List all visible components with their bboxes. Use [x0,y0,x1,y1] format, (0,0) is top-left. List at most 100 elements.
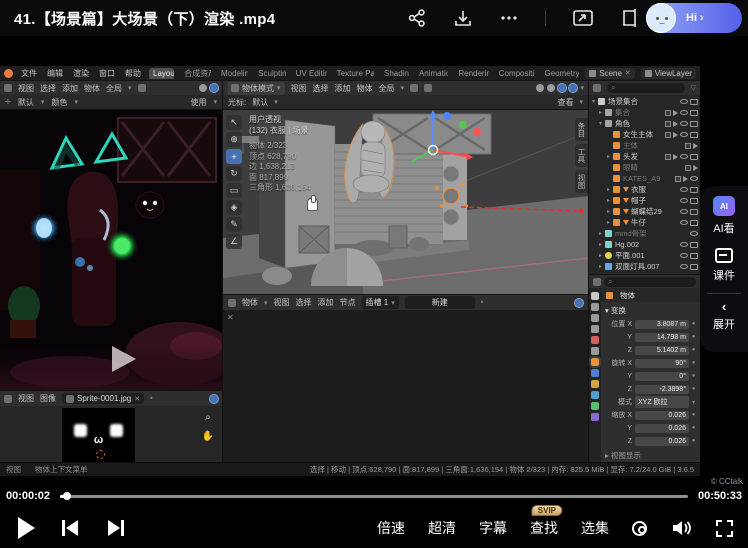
view-options-dropdown[interactable]: 查看 [557,97,573,108]
menu-view[interactable]: 视图 [18,83,34,94]
outliner-row[interactable]: ▸mmd骨架 [589,228,700,239]
outliner-row[interactable]: ▸衣服 [589,184,700,195]
close-icon[interactable]: ✕ [625,69,631,77]
progress-bar[interactable] [60,495,688,498]
tab-output-icon[interactable] [591,314,599,322]
field-rotation-z[interactable]: Z-2.3898°● [603,383,698,395]
menu-select[interactable]: 选择 [296,297,312,308]
field-scale-y[interactable]: Y0.026● [603,422,698,434]
breadcrumb-label[interactable]: 物体 [620,290,635,301]
workspace-tab[interactable]: Geometry N [540,68,579,79]
mirror-flip-icon[interactable] [620,8,640,28]
viewlayer-selector[interactable]: ViewLayer [641,68,696,79]
editor-type-icon[interactable] [228,299,236,307]
workspace-tab[interactable]: Shading [380,68,409,79]
new-material-button[interactable]: 新建 [405,296,475,309]
orientation-dropdown[interactable]: 全局 [106,83,122,94]
workspace-tab[interactable]: Animation [415,68,448,79]
courseware-label[interactable]: 课件 [713,267,735,283]
menu-image[interactable]: 图像 [40,393,56,404]
more-icon[interactable] [499,8,519,28]
pin-icon[interactable]: ▪ [481,299,483,306]
cursor-value-dropdown[interactable]: 默认 [252,97,268,108]
menu-object[interactable]: 物体 [357,83,373,94]
outliner-row[interactable]: ▸Hg.002 [589,239,700,250]
next-section-header[interactable]: ▸ 视图显示 [605,450,698,461]
record-circle-icon[interactable] [632,521,647,536]
slot-dropdown[interactable]: 插槽 1▾ [362,296,399,309]
tab-physics-icon[interactable] [591,391,599,399]
share-icon[interactable] [407,8,427,28]
orientation-dropdown[interactable]: 全局 [379,83,395,94]
menu-render[interactable]: 渲染 [71,68,91,79]
rendered-viewport[interactable] [0,109,222,390]
workspace-tab[interactable]: Rendering [454,68,488,79]
workspace-tab[interactable]: UV Editing [292,68,327,79]
workspace-tab[interactable]: Texture Paint [333,68,374,79]
tab-item[interactable]: 条目 [575,118,588,141]
tab-modifiers-icon[interactable] [591,369,599,377]
field-location-x[interactable]: 位置 X3.8087 m● [603,318,698,330]
pin-icon[interactable]: ▪ [150,395,152,402]
play-button[interactable] [18,517,35,539]
progress-knob[interactable] [63,492,71,500]
outliner-row[interactable]: 眼睛 [589,162,700,173]
workspace-tab[interactable]: Sculpting [254,68,286,79]
workspace-tab[interactable]: Compositing [495,68,535,79]
shading-rendered-icon[interactable] [210,84,218,92]
menu-select[interactable]: 选择 [313,83,329,94]
tab-view[interactable]: 视图 [575,170,588,193]
snap-magnet-icon[interactable] [410,84,418,92]
shading-rendered-icon[interactable] [569,84,577,92]
outliner-search-input[interactable]: ⌕ [607,83,685,93]
move-tool-icon[interactable]: + [226,149,242,164]
properties-icon[interactable] [593,278,601,286]
unlink-icon[interactable]: ✕ [134,395,140,403]
tab-render-icon[interactable] [591,303,599,311]
menu-node[interactable]: 节点 [340,297,356,308]
tab-world-icon[interactable] [591,336,599,344]
shading-solid-icon[interactable] [547,84,555,92]
outliner-row[interactable]: ▸蝴蝶结29 [589,206,700,217]
screencast-icon[interactable] [572,8,594,28]
tool-dropdown[interactable]: 颜色 [51,97,67,108]
tool-dropdown[interactable]: 默认 [18,97,34,108]
field-location-y[interactable]: Y14.798 m● [603,331,698,343]
outliner-row[interactable]: KATES_A9 [589,173,700,184]
outliner-row[interactable]: 女生主体 [589,129,700,140]
mode-dropdown[interactable]: 物体模式▾ [227,82,285,95]
cursor-tool-icon[interactable]: ⊕ [226,132,242,147]
outliner-row[interactable]: ▸牛仔 [589,217,700,228]
field-scale-x[interactable]: 缩放 X0.026● [603,409,698,421]
outliner-row[interactable]: ▾角色 [589,118,700,129]
node-editor-canvas[interactable]: ✕ [222,310,588,462]
ai-watch-icon[interactable]: AI [713,196,735,216]
menu-view[interactable]: 视图 [18,393,34,404]
proportional-edit-icon[interactable] [424,84,432,92]
prev-episode-button[interactable] [59,517,81,539]
rotate-tool-icon[interactable]: ↻ [226,166,242,181]
outliner-icon[interactable] [593,84,601,92]
blender-logo-icon[interactable] [4,69,13,78]
menu-select[interactable]: 选择 [40,83,56,94]
courseware-icon[interactable] [715,248,733,263]
menu-object[interactable]: 物体 [84,83,100,94]
tab-scene-icon[interactable] [591,347,599,355]
workspace-tab[interactable]: Modeling [217,68,248,79]
editor-type-icon[interactable] [4,395,12,403]
filter-funnel-icon[interactable]: ▽ [691,84,696,92]
editor-type-icon[interactable] [4,84,12,92]
select-tool-icon[interactable]: ↖ [226,115,242,130]
menu-view[interactable]: 视图 [274,297,290,308]
subtitle-button[interactable]: 字幕 [479,518,507,538]
workspace-tab[interactable]: 合成资产 [180,67,211,80]
measure-tool-icon[interactable]: ∠ [226,234,242,249]
shading-wireframe-icon[interactable] [536,84,544,92]
tab-tool-icon[interactable] [591,292,599,300]
zoom-tool-icon[interactable]: ⌕ [202,412,214,423]
field-rotation-y[interactable]: Y0°● [603,370,698,382]
annotate-tool-icon[interactable]: ✎ [226,217,242,232]
snap-icon[interactable] [575,299,583,307]
outliner-row[interactable]: ▸头发 [589,151,700,162]
field-location-z[interactable]: Z5.1402 m● [603,344,698,356]
